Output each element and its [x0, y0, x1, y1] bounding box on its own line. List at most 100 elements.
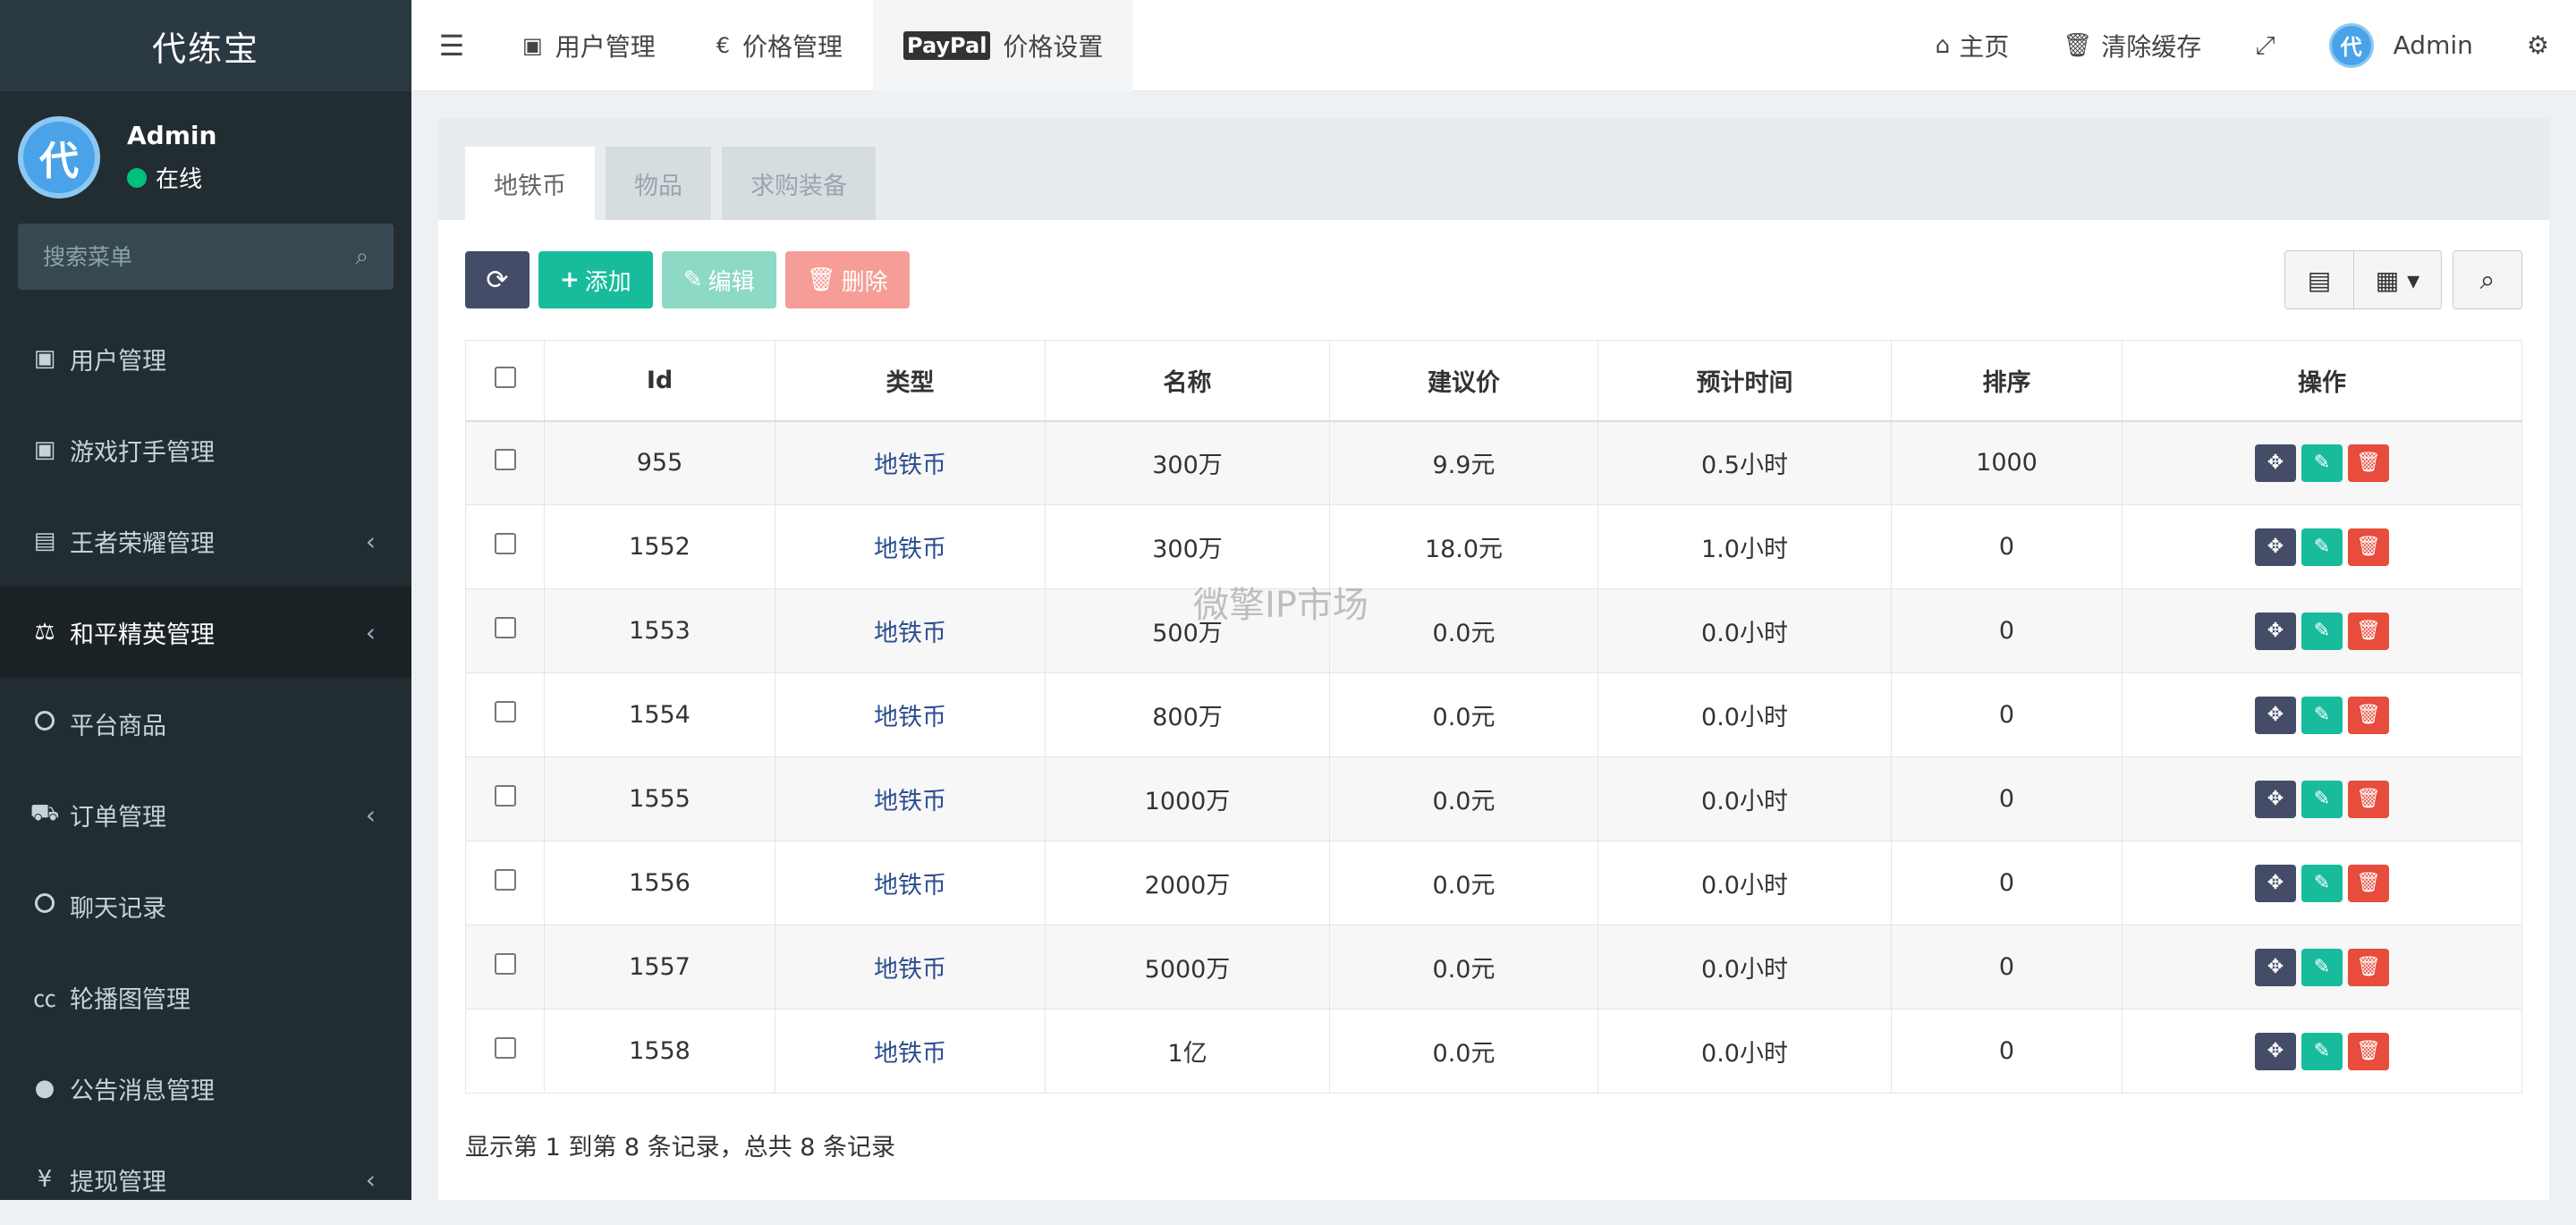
row-edit-button[interactable]: ✎: [2301, 696, 2343, 734]
nav-tab-price-management[interactable]: € 价格管理: [686, 0, 873, 91]
sidebar-item[interactable]: 平台商品: [0, 678, 411, 769]
row-edit-button[interactable]: ✎: [2301, 780, 2343, 818]
table-row: 1554 地铁币 800万 0.0元 0.0小时 0 ✥ ✎ 🗑: [465, 672, 2522, 757]
type-link[interactable]: 地铁币: [874, 788, 946, 815]
row-edit-button[interactable]: ✎: [2301, 444, 2343, 482]
row-edit-button[interactable]: ✎: [2301, 612, 2343, 650]
brand-logo[interactable]: 代练宝: [0, 0, 411, 91]
drag-move-button[interactable]: ✥: [2255, 696, 2296, 734]
cell-price: 9.9元: [1329, 420, 1598, 505]
row-edit-button[interactable]: ✎: [2301, 528, 2343, 566]
type-link[interactable]: 地铁币: [874, 872, 946, 900]
col-id[interactable]: Id: [544, 340, 775, 422]
sidebar-item[interactable]: ¥ 提现管理 ‹: [0, 1134, 411, 1225]
avatar: 代: [2328, 22, 2374, 68]
col-name[interactable]: 名称: [1045, 340, 1330, 422]
sidebar-item[interactable]: ▤ 王者荣耀管理 ‹: [0, 495, 411, 587]
nav-tab-price-settings[interactable]: PayPal 价格设置: [873, 0, 1134, 91]
sidebar-item[interactable]: ▣ 游戏打手管理: [0, 404, 411, 495]
drag-move-button[interactable]: ✥: [2255, 948, 2296, 986]
cell-time: 0.0小时: [1597, 925, 1892, 1010]
pencil-icon: ✎: [2313, 956, 2331, 978]
row-checkbox[interactable]: [494, 785, 516, 807]
fullscreen-icon[interactable]: ⤢: [2228, 0, 2301, 91]
sidebar-item[interactable]: ⛟ 订单管理 ‹: [0, 769, 411, 860]
list-view-icon[interactable]: ▤: [2285, 251, 2353, 308]
select-all-checkbox[interactable]: [494, 366, 516, 388]
home-icon: ⌂: [1935, 31, 1951, 59]
row-delete-button[interactable]: 🗑: [2348, 528, 2389, 566]
columns-dropdown-icon[interactable]: ▦ ▾: [2353, 251, 2441, 308]
row-edit-button[interactable]: ✎: [2301, 864, 2343, 902]
type-link[interactable]: 地铁币: [874, 452, 946, 479]
row-checkbox[interactable]: [494, 533, 516, 554]
col-time[interactable]: 预计时间: [1597, 340, 1892, 422]
cell-actions: ✥ ✎ 🗑: [2122, 925, 2522, 1010]
clear-cache-button[interactable]: 🗑 清除缓存: [2036, 0, 2228, 91]
row-edit-button[interactable]: ✎: [2301, 1032, 2343, 1070]
row-delete-button[interactable]: 🗑: [2348, 444, 2389, 482]
sidebar-item[interactable]: ▣ 用户管理: [0, 313, 411, 404]
cell-time: 0.0小时: [1597, 588, 1892, 673]
refresh-button[interactable]: ⟳: [465, 251, 530, 308]
row-checkbox[interactable]: [494, 953, 516, 975]
tab-metro-coin[interactable]: 地铁币: [465, 147, 595, 220]
drag-move-button[interactable]: ✥: [2255, 780, 2296, 818]
sidebar-item[interactable]: ● 公告消息管理: [0, 1043, 411, 1134]
drag-move-button[interactable]: ✥: [2255, 1032, 2296, 1070]
cell-name: 1亿: [1045, 1009, 1330, 1094]
table-search-button[interactable]: ⌕: [2453, 250, 2522, 309]
address-book-icon: ▣: [522, 32, 543, 58]
row-delete-button[interactable]: 🗑: [2348, 948, 2389, 986]
admin-label: Admin: [2393, 30, 2473, 60]
user-panel: 代 Admin 在线: [0, 91, 411, 224]
sidebar-menu: ▣ 用户管理 ▣ 游戏打手管理 ▤ 王者荣耀管理 ‹ ⚖ 和平精英管理 ‹ 平台商品 ⛟ 订单管理 ‹ 聊天…: [0, 313, 411, 1225]
drag-move-button[interactable]: ✥: [2255, 528, 2296, 566]
nav-tab-user-management[interactable]: ▣ 用户管理: [492, 0, 686, 91]
type-link[interactable]: 地铁币: [874, 1040, 946, 1068]
row-delete-button[interactable]: 🗑: [2348, 612, 2389, 650]
row-delete-button[interactable]: 🗑: [2348, 696, 2389, 734]
home-link[interactable]: ⌂ 主页: [1909, 0, 2037, 91]
add-button[interactable]: + 添加: [538, 251, 653, 308]
settings-gears-icon[interactable]: ⚙: [2500, 0, 2576, 91]
drag-move-button[interactable]: ✥: [2255, 444, 2296, 482]
edit-button[interactable]: ✎ 编辑: [661, 251, 776, 308]
row-edit-button[interactable]: ✎: [2301, 948, 2343, 986]
tab-items[interactable]: 物品: [606, 147, 711, 220]
drag-move-button[interactable]: ✥: [2255, 612, 2296, 650]
sidebar-search-input[interactable]: [43, 243, 311, 270]
drag-move-button[interactable]: ✥: [2255, 864, 2296, 902]
row-delete-button[interactable]: 🗑: [2348, 780, 2389, 818]
row-delete-button[interactable]: 🗑: [2348, 1032, 2389, 1070]
row-checkbox[interactable]: [494, 701, 516, 722]
row-delete-button[interactable]: 🗑: [2348, 864, 2389, 902]
nav-tab-label: 用户管理: [555, 31, 656, 62]
tab-buy-equipment[interactable]: 求购装备: [722, 147, 876, 220]
row-checkbox[interactable]: [494, 1037, 516, 1059]
sidebar-item[interactable]: ⚖ 和平精英管理 ‹: [0, 587, 411, 678]
col-type[interactable]: 类型: [775, 340, 1046, 422]
menu-toggle-icon[interactable]: ☰: [411, 0, 492, 91]
cell-name: 500万: [1045, 588, 1330, 673]
sidebar-item[interactable]: 聊天记录: [0, 860, 411, 951]
sidebar-item-label: 游戏打手管理: [70, 438, 215, 467]
cell-time: 0.0小时: [1597, 672, 1892, 757]
cell-name: 300万: [1045, 504, 1330, 589]
pencil-icon: ✎: [2313, 620, 2331, 642]
type-link[interactable]: 地铁币: [874, 956, 946, 984]
type-link[interactable]: 地铁币: [874, 704, 946, 731]
row-checkbox[interactable]: [494, 449, 516, 471]
type-link[interactable]: 地铁币: [874, 620, 946, 647]
paypal-icon: PayPal: [903, 30, 991, 60]
row-checkbox[interactable]: [494, 617, 516, 638]
search-icon[interactable]: ⌕: [355, 243, 369, 271]
delete-button[interactable]: 🗑 删除: [784, 251, 910, 308]
col-sort[interactable]: 排序: [1891, 340, 2123, 422]
sidebar-item[interactable]: ㏄轮播图管理: [0, 951, 411, 1043]
col-price[interactable]: 建议价: [1329, 340, 1598, 422]
type-link[interactable]: 地铁币: [874, 536, 946, 563]
cell-name: 5000万: [1045, 925, 1330, 1010]
row-checkbox[interactable]: [494, 869, 516, 891]
admin-user-menu[interactable]: 代 Admin: [2302, 0, 2500, 91]
